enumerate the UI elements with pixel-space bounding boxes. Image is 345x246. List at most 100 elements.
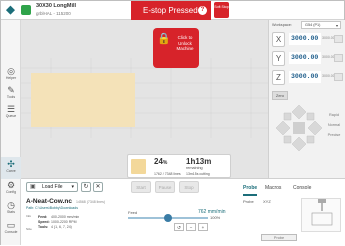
percent-sign: % [162,160,168,166]
job-progress-panel: 24% 1762 / 7348 lines 1h13m remaining 13… [127,154,231,178]
unlock-text: Click to Unlock Machine [176,35,194,51]
file-info: A-Neat-Cow.nc 14568 (7348 lines) Path: C… [21,196,124,246]
sidebar-item-carve[interactable]: ✣ Carve [1,157,21,179]
help-icon[interactable]: ? [198,6,207,15]
start-button[interactable]: Start [131,181,151,193]
sidebar-item-stats[interactable]: ◷ Stats [1,198,21,220]
load-file-label: Load File [42,184,63,190]
helper-icon: ◎ [7,66,15,76]
percent-value: 24 [154,157,163,166]
z-machine-position: 3000.00 [322,74,335,78]
gsender-logo-icon: ◆ [6,4,15,16]
close-icon[interactable]: ✕ [93,182,103,192]
remaining-label: remaining [186,166,203,170]
load-file-button[interactable]: ▣ Load File ▾ [26,182,78,192]
workspace-select[interactable]: G54 (P1) ▾ [301,21,341,29]
top-bar: ◆ 30X30 LongMill grblHAL - 115200 E-stop… [1,1,344,20]
goto-x-button[interactable] [334,35,343,43]
tools-icon: ✎ [7,85,15,95]
lines-count: 1762 / 7348 lines [154,172,181,176]
console-icon: ▭ [6,220,16,230]
bottom-panel: ▣ Load File ▾ ↻ ✕ Start Pause Stop Probe… [21,178,345,246]
minus-icon[interactable]: − [186,223,196,231]
feed-override-label: Feed [128,210,138,215]
visualizer[interactable]: 🔒 Click to Unlock Machine 24% 1762 / 734… [21,20,268,178]
probe-panel: Probe XYZ Probe [241,196,345,246]
sidebar-item-console[interactable]: ▭ Console [1,218,21,240]
speed-value: 1000-2200 RPM [51,220,77,224]
probe-button[interactable]: Probe [261,234,297,241]
z-position-input[interactable]: 3000.00 [289,71,321,83]
zero-all-button[interactable]: Zero [272,91,288,100]
jog-control[interactable] [274,103,324,153]
tab-probe[interactable]: Probe [243,182,258,196]
tool-tabs: Probe Macros Console [241,182,345,196]
soft-stop-button[interactable]: Soft Stop [214,2,229,18]
stop-button[interactable]: Stop [179,181,199,193]
workspace-label: Workspace: [272,23,292,27]
x-position-input[interactable]: 3000.00 [289,33,321,45]
zero-x-button[interactable]: X [272,32,285,47]
sidebar-item-config[interactable]: ⚙ Config [1,178,21,200]
cutting-time: 13m15s cutting [186,172,210,176]
sidebar-item-label: Carve [6,169,16,173]
sidebar-item-label: Helper [5,76,17,80]
estop-banner: E-stop Pressed ? [131,1,211,20]
sidebar-item-label: Tools [6,95,16,99]
machine-port: grblHAL - 115200 [36,11,71,16]
rapid-button[interactable]: Rapid [324,113,344,121]
lock-icon: 🔒 [157,33,171,45]
y-machine-position: 3000.00 [322,55,335,59]
progress-percent: 24% [154,157,167,166]
pause-button[interactable]: Pause [155,181,175,193]
sidebar-item-label: Queue [5,114,17,118]
y-position-input[interactable]: 3000.00 [289,52,321,64]
goto-y-button[interactable] [334,54,343,62]
feed-value: 400-2000 mm/min [51,215,80,219]
x-machine-position: 3000.00 [322,36,335,40]
plus-icon[interactable]: + [198,223,208,231]
unlock-button[interactable]: 🔒 Click to Unlock Machine [153,28,199,68]
chevron-down-icon[interactable]: ▾ [71,183,74,192]
file-name: A-Neat-Cow.nc [26,198,72,205]
file-size: 14568 (7348 lines) [76,200,105,204]
axis-row-y: Y 3000.00 3000.00 [272,51,343,66]
folder-icon: ▣ [30,184,36,190]
tools-label: Tools: [38,225,49,229]
tab-console[interactable]: Console [293,182,311,194]
axis-row-x: X 3000.00 3000.00 [272,32,343,47]
undo-icon[interactable]: ↺ [174,223,184,231]
estop-title: E-stop Pressed [143,6,198,15]
sidebar-item-label: Config [5,190,17,194]
sidebar-item-label: Console [4,230,18,234]
refresh-icon[interactable]: ↻ [81,182,91,192]
carve-icon: ✣ [7,159,15,169]
workspace-value: G54 (P1) [305,23,321,27]
info-tab[interactable]: Info [26,214,35,218]
info-tabs: Info Size [26,214,35,231]
tab-macros[interactable]: Macros [265,182,281,194]
normal-button[interactable]: Normal [324,123,344,131]
feed-slider-handle[interactable] [164,214,172,222]
file-bar: ▣ Load File ▾ ↻ ✕ [21,179,124,195]
file-path: Path: C:\Users\Bobby\Downloads [26,206,78,210]
machine-name[interactable]: 30X30 LongMill [36,3,76,9]
file-details: Feed: 400-2000 mm/min Speed:1000-2200 RPM… [38,215,79,230]
sidebar-item-queue[interactable]: ☰ Queue [1,102,21,124]
probe-axis-select[interactable]: XYZ [263,199,271,204]
tools-value: 4 (1, 6, 7, 24) [51,225,72,229]
zero-z-button[interactable]: Z [272,70,285,85]
queue-icon: ☰ [6,104,16,114]
precise-button[interactable]: Precise [324,133,344,141]
chevron-down-icon: ▾ [335,23,338,28]
axis-row-z: Z 3000.00 3000.00 [272,70,343,85]
goto-z-button[interactable] [334,73,343,81]
feed-percent: 100% [210,215,221,220]
progress-bar [131,159,146,174]
location-panel: Workspace: G54 (P1) ▾ X 3000.00 3000.00 … [268,20,345,178]
connection-icon[interactable] [21,5,31,15]
zero-y-button[interactable]: Y [272,51,285,66]
probe-diagram-icon [311,199,333,226]
size-tab[interactable]: Size [26,227,35,231]
app-window: ◆ 30X30 LongMill grblHAL - 115200 E-stop… [0,0,345,246]
